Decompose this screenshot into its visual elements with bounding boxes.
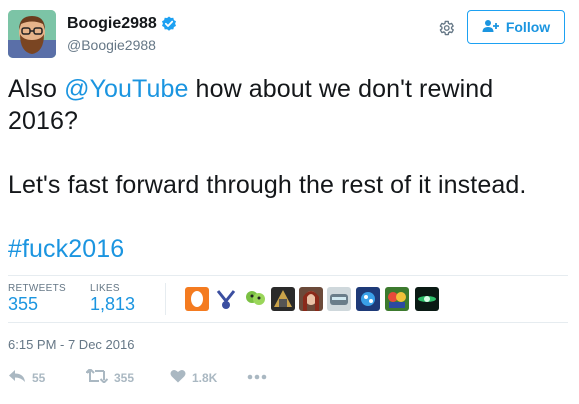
tweet-paragraph-1: Also @YouTube how about we don't rewind … bbox=[8, 73, 568, 137]
likes-count[interactable]: 1,813 bbox=[90, 294, 135, 315]
like-button[interactable]: 1.8K bbox=[170, 369, 217, 386]
more-button[interactable] bbox=[247, 369, 267, 383]
follow-button[interactable]: Follow bbox=[467, 10, 565, 44]
liker-avatar[interactable] bbox=[214, 287, 238, 311]
reply-button[interactable]: 55 bbox=[8, 369, 45, 386]
divider-middle bbox=[8, 322, 568, 323]
tweet-paragraph-3: #fuck2016 bbox=[8, 233, 568, 265]
avatar[interactable] bbox=[8, 10, 56, 58]
liker-avatar[interactable] bbox=[185, 287, 209, 311]
stats-divider bbox=[165, 283, 166, 315]
liker-avatar[interactable] bbox=[271, 287, 295, 311]
reply-count: 55 bbox=[32, 370, 46, 385]
liker-avatar[interactable] bbox=[327, 287, 351, 311]
retweet-button[interactable]: 355 bbox=[84, 367, 135, 386]
retweet-count: 355 bbox=[114, 370, 135, 385]
likes-label: LIKES bbox=[90, 283, 120, 294]
liker-avatar[interactable] bbox=[415, 287, 439, 311]
user-handle[interactable]: @Boogie2988 bbox=[67, 37, 156, 53]
liker-avatar[interactable] bbox=[243, 287, 267, 311]
follow-button-label: Follow bbox=[505, 19, 551, 35]
liker-avatar[interactable] bbox=[385, 287, 409, 311]
liker-avatar[interactable] bbox=[356, 287, 380, 311]
retweet-icon bbox=[84, 367, 109, 386]
display-name[interactable]: Boogie2988 bbox=[67, 15, 157, 33]
like-count: 1.8K bbox=[192, 370, 218, 385]
likes-stat[interactable]: LIKES 1,813 bbox=[90, 283, 135, 315]
retweets-label: RETWEETS bbox=[8, 283, 66, 294]
hashtag-link[interactable]: #fuck2016 bbox=[8, 235, 124, 263]
tweet-text: Also @YouTube how about we don't rewind … bbox=[8, 73, 568, 265]
verified-badge-icon bbox=[161, 16, 177, 32]
liker-avatar[interactable] bbox=[299, 287, 323, 311]
more-dots-icon bbox=[247, 369, 267, 383]
reply-icon bbox=[8, 369, 26, 386]
avatar-image bbox=[8, 10, 56, 58]
gear-icon[interactable] bbox=[436, 18, 456, 38]
display-name-row[interactable]: Boogie2988 bbox=[67, 15, 177, 33]
mention-link[interactable]: @YouTube bbox=[64, 75, 188, 103]
tweet-text-prefix: Also bbox=[8, 75, 65, 103]
tweet-timestamp[interactable]: 6:15 PM - 7 Dec 2016 bbox=[8, 337, 134, 352]
retweets-stat[interactable]: RETWEETS 355 bbox=[8, 283, 66, 315]
tweet-paragraph-2: Let's fast forward through the rest of i… bbox=[8, 171, 527, 199]
heart-icon bbox=[170, 369, 186, 386]
divider-top bbox=[8, 275, 568, 276]
follow-user-icon bbox=[482, 19, 500, 36]
retweets-count[interactable]: 355 bbox=[8, 294, 66, 315]
